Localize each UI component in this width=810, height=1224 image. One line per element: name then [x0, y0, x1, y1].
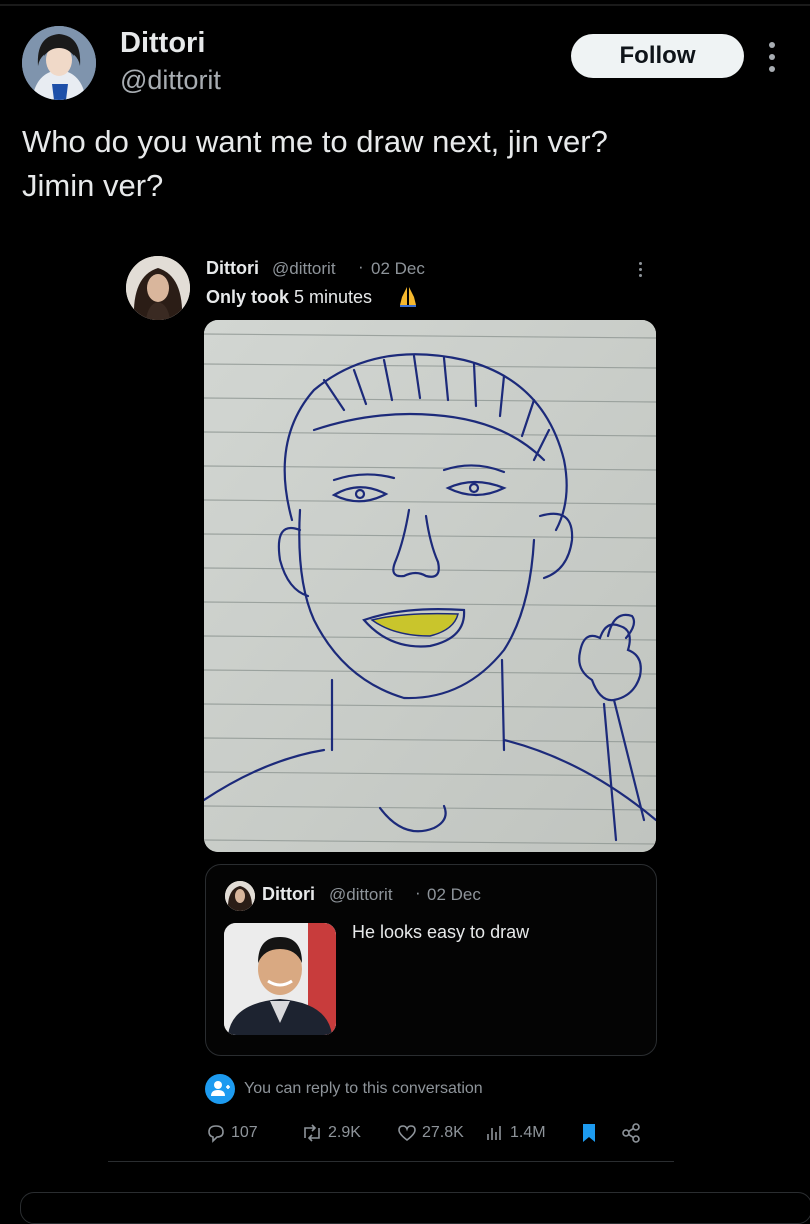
top-divider	[0, 4, 810, 6]
next-card-edge	[20, 1192, 810, 1224]
bookmark-action[interactable]	[578, 1122, 604, 1144]
reply-count: 107	[231, 1124, 258, 1141]
embedded-text: Only took 5 minutes	[206, 287, 372, 308]
post-text: Who do you want me to draw next, jin ver…	[22, 120, 792, 208]
post-divider	[108, 1161, 674, 1162]
repost-icon	[304, 1124, 320, 1142]
embedded-separator: ·	[358, 257, 364, 276]
like-icon	[398, 1125, 416, 1142]
quoted-author-handle[interactable]: @dittorit	[329, 885, 393, 905]
quoted-text: He looks easy to draw	[352, 922, 530, 942]
embedded-text-rest: 5 minutes	[289, 287, 373, 307]
embedded-author-avatar[interactable]	[126, 256, 190, 320]
embedded-author-handle[interactable]: @dittorit	[272, 259, 336, 279]
sketch-image[interactable]	[204, 320, 656, 852]
quoted-separator: ·	[415, 883, 421, 902]
like-action[interactable]: 27.8K	[396, 1122, 464, 1144]
post-text-line-2: Jimin ver?	[22, 168, 164, 203]
repost-count: 2.9K	[328, 1124, 361, 1141]
reply-action[interactable]: 107	[205, 1122, 258, 1144]
quoted-author-avatar[interactable]	[225, 881, 255, 911]
views-icon	[487, 1126, 501, 1140]
repost-action[interactable]: 2.9K	[300, 1122, 361, 1144]
views-action[interactable]: 1.4M	[484, 1122, 546, 1144]
author-handle[interactable]: @dittorit	[120, 65, 221, 96]
follow-button[interactable]: Follow	[571, 34, 744, 78]
share-icon	[622, 1123, 640, 1143]
embedded-text-bold: Only took	[206, 287, 290, 307]
person-add-icon	[205, 1074, 235, 1104]
embedded-date[interactable]: 02 Dec	[371, 259, 425, 279]
embedded-author-name[interactable]: Dittori	[206, 258, 259, 279]
reply-notice: You can reply to this conversation	[244, 1080, 483, 1097]
share-action[interactable]	[620, 1122, 646, 1144]
pray-emoji-icon	[398, 285, 418, 307]
more-icon[interactable]	[762, 40, 782, 74]
like-count: 27.8K	[422, 1124, 464, 1141]
post-text-line-1: Who do you want me to draw next, jin ver…	[22, 124, 608, 159]
author-name[interactable]: Dittori	[120, 27, 205, 60]
views-count: 1.4M	[510, 1124, 546, 1141]
quoted-photo-thumbnail[interactable]	[224, 923, 336, 1035]
author-avatar[interactable]	[22, 26, 96, 100]
bookmark-icon	[583, 1124, 595, 1142]
quoted-author-name[interactable]: Dittori	[262, 884, 315, 905]
reply-icon	[208, 1125, 224, 1143]
embedded-more-icon[interactable]	[636, 260, 646, 280]
quoted-date[interactable]: 02 Dec	[427, 885, 481, 905]
